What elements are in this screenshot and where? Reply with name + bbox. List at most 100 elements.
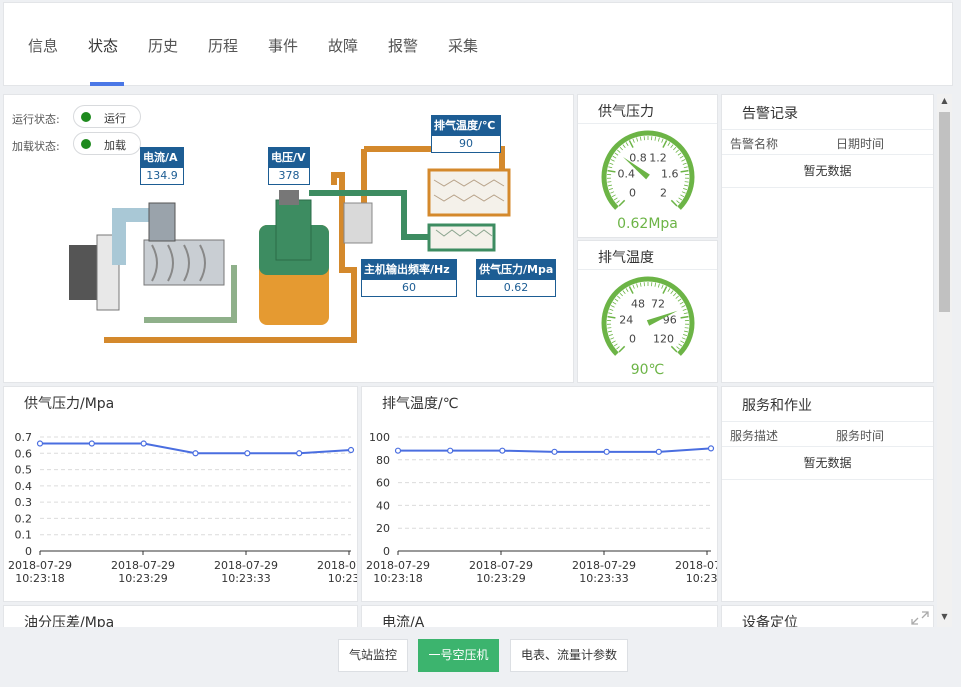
tab-course[interactable]: 历程	[208, 35, 238, 56]
scroll-up-icon[interactable]: ▲	[937, 94, 952, 108]
run-status-dot	[81, 112, 91, 122]
gauge-pressure-tick	[670, 144, 674, 149]
tag-frequency: 主机输出频率/Hz 60	[361, 259, 457, 297]
expand-icon[interactable]	[911, 611, 929, 625]
chart-pressure-y-tick: 0.3	[15, 496, 33, 509]
alarm-records-title: 告警记录	[742, 106, 798, 122]
tab-history[interactable]: 历史	[148, 35, 178, 56]
chart-temp-y-tick: 60	[376, 477, 390, 490]
gauge-temp-tick	[684, 327, 689, 329]
gauge-temp-tick	[622, 290, 626, 295]
tag-supply-pressure: 供气压力/Mpa 0.62	[476, 259, 556, 297]
meter-params-button[interactable]: 电表、流量计参数	[510, 639, 628, 672]
gauge-pressure-tick	[677, 152, 682, 156]
gauge-pressure-tick	[683, 166, 688, 169]
gauge-temp-tick	[681, 305, 686, 308]
gauge-pressure-tick	[608, 188, 613, 191]
gauge-pressure-panel: 供气压力 0 0.4 0.8 1.2 1.6 2 0.62Mpa	[577, 94, 718, 238]
chart-temp-x-tick: 2018-07-29	[675, 559, 718, 572]
gauge-pressure-tick	[684, 181, 689, 183]
tag-current-label: 电流/A	[140, 147, 184, 167]
gauge-pressure-tick	[657, 137, 660, 142]
gauge-pressure-dial: 0 0.4 0.8 1.2 1.6 2	[601, 130, 695, 210]
gauge-pressure-tick	[662, 140, 668, 148]
gauge-temp-tick	[619, 292, 623, 297]
gauge-pressure-tick	[676, 200, 680, 204]
chart-pressure-y-tick: 0.1	[15, 529, 33, 542]
gauge-pressure-tick	[613, 197, 618, 201]
gauge-temp-tick	[636, 283, 639, 288]
gauge-temp-tick	[678, 343, 683, 347]
chart-temp-point	[551, 448, 558, 455]
service-table-empty: 暂无数据	[722, 447, 933, 480]
gauge-pressure-tick-label: 0	[629, 187, 636, 200]
tab-bar: 信息 状态 历史 历程 事件 故障 报警 采集	[3, 2, 953, 86]
gauge-pressure-tick	[622, 144, 626, 149]
gauge-pressure-tick	[684, 184, 689, 187]
gauge-pressure-tick	[618, 199, 626, 207]
chart-temp-point	[394, 447, 402, 454]
gauge-pressure-tick	[670, 199, 678, 207]
gauge-pressure-tick	[632, 138, 635, 143]
chart-temp-x-tick: 2018-07-29	[572, 559, 636, 572]
chart-temp-title: 排气温度/℃	[382, 396, 459, 412]
tab-faults[interactable]: 故障	[328, 35, 358, 56]
scroll-down-icon[interactable]: ▼	[937, 610, 952, 624]
gauge-pressure-tick	[625, 142, 629, 146]
gauge-temp-tick-label: 24	[619, 314, 633, 327]
chart-temp-y-tick: 100	[369, 431, 390, 444]
tab-status[interactable]: 状态	[88, 35, 118, 56]
run-status-value: 运行	[104, 112, 126, 125]
gauge-temp-tick	[683, 312, 688, 315]
tab-alarms[interactable]: 报警	[388, 35, 418, 56]
gauge-temp-tick	[628, 286, 634, 294]
service-table-header: 服务描述 服务时间	[722, 421, 933, 447]
alarm-table-empty: 暂无数据	[722, 155, 933, 188]
chart-pressure-x-tick: 10:23:3	[328, 572, 358, 585]
tab-collect[interactable]: 采集	[448, 35, 478, 56]
chart-pressure-point	[140, 440, 147, 447]
gauge-temp-tick	[609, 308, 614, 311]
gauge-temp-tick	[607, 330, 612, 333]
gauge-temp-tick	[682, 308, 687, 311]
vertical-scrollbar[interactable]: ▲ ▼	[937, 94, 952, 627]
gauge-temp-tick-label: 48	[631, 297, 645, 310]
alarm-table-header: 告警名称 日期时间	[722, 129, 933, 155]
gauge-temp-tick	[670, 345, 678, 353]
tab-events[interactable]: 事件	[268, 35, 298, 56]
chart-temp-point	[499, 447, 506, 454]
gauge-temp-tick	[639, 282, 642, 287]
filter-dark	[69, 245, 97, 300]
gauge-temp-tick	[611, 340, 616, 344]
tag-exhaust-temp: 排气温度/℃ 90	[431, 115, 501, 153]
gauge-pressure-tick-label: 2	[660, 187, 667, 200]
gauge-temp-title: 排气温度	[598, 250, 654, 266]
chart-pressure-y-tick: 0.2	[15, 512, 33, 525]
chart-pressure-x-tick: 10:23:29	[118, 572, 167, 585]
pressure-valve	[279, 190, 299, 205]
chart-pressure-x-tick: 2018-07-29	[317, 559, 358, 572]
tag-current-value: 134.9	[140, 167, 184, 185]
gauge-pressure-tick	[667, 142, 671, 146]
gauge-pressure-tick	[639, 136, 642, 141]
gauge-pressure-tick	[610, 191, 615, 194]
gauge-pressure-tick	[683, 188, 688, 191]
gauge-pressure-tick	[611, 194, 616, 198]
load-status-label: 加载状态:	[12, 140, 60, 153]
chart-temp-point	[603, 448, 610, 455]
gauge-temp-tick-label: 72	[651, 297, 665, 310]
gauge-pressure-tick	[678, 197, 683, 201]
scrollbar-thumb[interactable]	[939, 112, 950, 312]
tab-info[interactable]: 信息	[28, 35, 58, 56]
chart-pressure-y-tick: 0.4	[15, 480, 33, 493]
chart-temp-y-tick: 40	[376, 499, 390, 512]
gauge-temp-arc	[601, 276, 695, 356]
chart-temp-x-tick: 2018-07-29	[366, 559, 430, 572]
chart-pressure-y-tick: 0.7	[15, 431, 33, 444]
compressor-1-button[interactable]: 一号空压机	[418, 639, 499, 672]
chart-pressure-y-tick: 0	[25, 545, 32, 558]
gauge-temp-tick	[607, 327, 612, 329]
station-monitor-button[interactable]: 气站监控	[338, 639, 408, 672]
gauge-pressure-tick	[616, 200, 620, 204]
gauge-temp-tick	[684, 330, 689, 333]
